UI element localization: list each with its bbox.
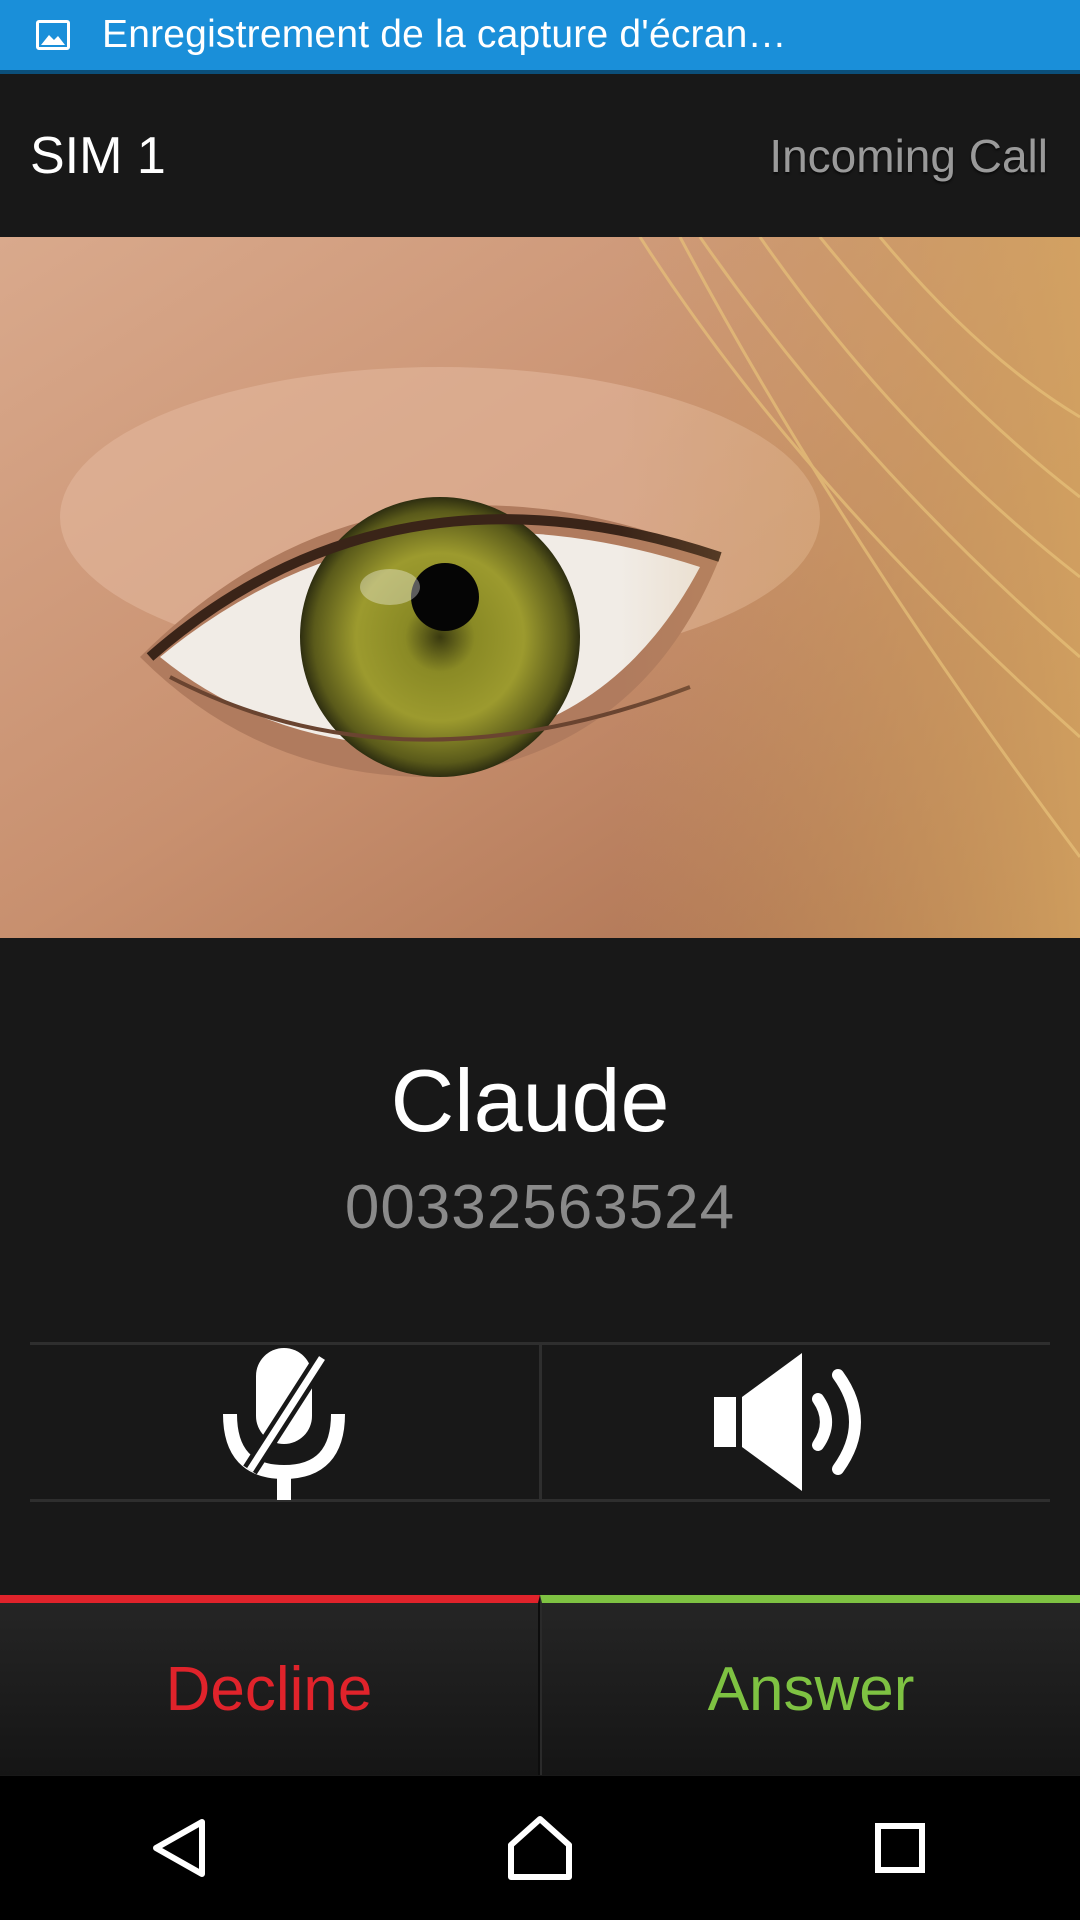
call-state: Incoming Call xyxy=(769,130,1048,182)
answer-button[interactable]: Answer xyxy=(540,1595,1080,1775)
mute-button[interactable] xyxy=(30,1345,539,1500)
incoming-call-screen: Enregistrement de la capture d'écran… SI… xyxy=(0,0,1080,1920)
decline-button[interactable]: Decline xyxy=(0,1595,540,1775)
navigation-bar xyxy=(0,1776,1080,1920)
mic-off-icon xyxy=(223,1348,346,1500)
caller-photo xyxy=(0,237,1080,938)
call-header: SIM 1 Incoming Call xyxy=(0,76,1080,236)
caller-name: Claude xyxy=(390,1051,670,1150)
image-icon xyxy=(36,20,70,50)
back-button[interactable] xyxy=(120,1788,240,1908)
call-actions: Decline Answer xyxy=(0,1595,1080,1775)
sim-label: SIM 1 xyxy=(30,127,166,185)
recents-icon xyxy=(875,1823,925,1873)
caller-number: 00332563524 xyxy=(344,1173,736,1242)
speaker-button[interactable] xyxy=(542,1345,1051,1499)
notification-bar: Enregistrement de la capture d'écran… xyxy=(0,0,1080,74)
call-controls xyxy=(30,1342,1050,1502)
back-icon xyxy=(153,1819,205,1877)
home-button[interactable] xyxy=(480,1788,600,1908)
notification-text: Enregistrement de la capture d'écran… xyxy=(102,13,787,56)
recents-button[interactable] xyxy=(840,1788,960,1908)
home-icon xyxy=(508,1816,572,1880)
speaker-icon xyxy=(713,1353,861,1491)
